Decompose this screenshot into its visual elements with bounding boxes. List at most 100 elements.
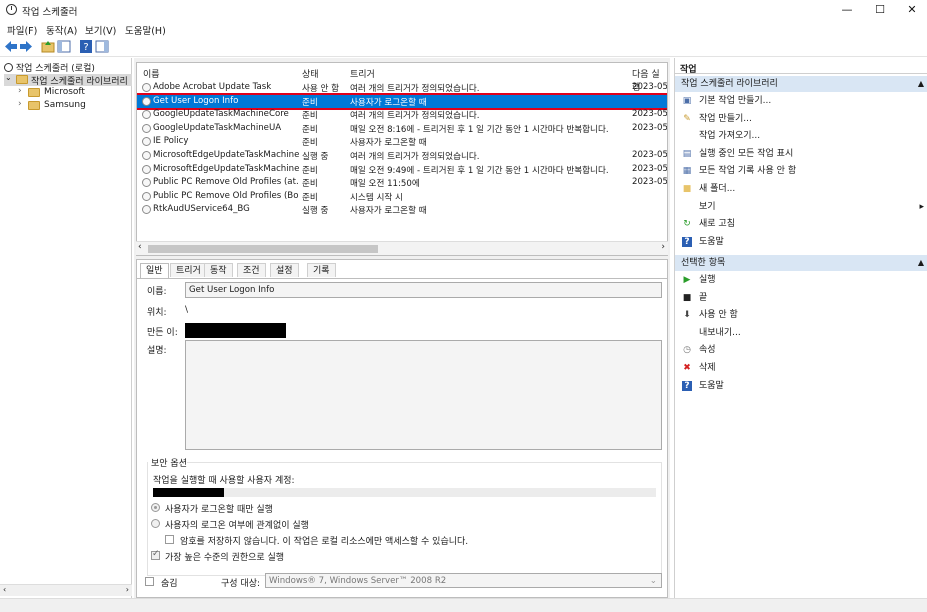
column-header-status[interactable]: 상태 — [302, 67, 319, 80]
task-cell-status: 준비 — [302, 138, 318, 149]
action-label: 사용 안 함 — [699, 310, 738, 321]
chevron-down-icon[interactable]: ⌄ — [650, 574, 657, 587]
tab-settings[interactable]: 설정 — [270, 263, 299, 277]
task-cell-name: Public PC Remove Old Profiles (at... — [153, 177, 299, 188]
tab-history[interactable]: 기록 — [307, 263, 336, 277]
name-field[interactable]: Get User Logon Info — [185, 282, 662, 298]
task-cell-status: 사용 안 함 — [302, 84, 340, 94]
task-list-horizontal-scrollbar[interactable]: ‹ › — [136, 241, 668, 255]
back-arrow-icon[interactable] — [4, 40, 18, 53]
action-item[interactable]: ✖ 삭제 — [675, 360, 927, 377]
section-library-header[interactable]: 작업 스케줄러 라이브러리 ▲ — [675, 76, 927, 92]
action-item[interactable]: ■ 새 폴더... — [675, 181, 927, 198]
tab-conditions[interactable]: 조건 — [237, 263, 266, 277]
create-task-icon: ✎ — [683, 113, 691, 124]
task-row[interactable]: Public PC Remove Old Profiles (Bo... 준비 시스… — [137, 190, 667, 204]
do-not-store-password-checkbox[interactable] — [165, 535, 174, 544]
help-toolbar-icon[interactable]: ? — [79, 40, 93, 53]
action-item[interactable]: 보기 ▸ — [675, 199, 927, 216]
folder-icon: ■ — [682, 184, 692, 194]
task-row[interactable]: MicrosoftEdgeUpdateTaskMachineUA 준비 매일 오전 … — [137, 163, 667, 177]
menu-action[interactable]: 동작(A) — [46, 23, 77, 37]
menu-view[interactable]: 보기(V) — [85, 23, 116, 37]
run-whether-logged-on-label: 사용자의 로그온 여부에 관계없이 실행 — [165, 521, 309, 531]
chevron-right-icon[interactable]: › — [18, 99, 22, 109]
tree-root-label: 작업 스케줄러 (로컬) — [15, 64, 95, 74]
task-row[interactable]: RtkAudUService64_BG 실행 중 사용자가 로그온할 때 — [137, 203, 667, 217]
chevron-right-icon[interactable]: › — [18, 86, 22, 96]
running-tasks-icon: ▤ — [682, 148, 692, 159]
account-field[interactable] — [224, 488, 656, 497]
up-folder-icon[interactable] — [41, 40, 55, 53]
show-hide-tree-icon[interactable] — [57, 40, 71, 53]
forward-arrow-icon[interactable] — [19, 40, 33, 53]
action-label: 실행 — [699, 275, 716, 285]
action-item[interactable]: ▣ 기본 작업 만들기... — [675, 93, 927, 110]
action-item[interactable]: 내보내기... — [675, 325, 927, 342]
close-button[interactable]: ✕ — [894, 2, 927, 18]
task-cell-name: GoogleUpdateTaskMachineUA — [153, 122, 282, 133]
task-row[interactable]: MicrosoftEdgeUpdateTaskMachineC... 실행 중 여러… — [137, 149, 667, 163]
task-row[interactable]: Public PC Remove Old Profiles (at... 준비 매일… — [137, 176, 667, 190]
column-header-trigger[interactable]: 트리거 — [350, 67, 375, 80]
description-field[interactable] — [185, 340, 662, 450]
configure-for-value: Windows® 7, Windows Server™ 2008 R2 — [269, 576, 447, 586]
tree-library[interactable]: ⌄ 작업 스케줄러 라이브러리 — [4, 73, 132, 87]
run-only-logged-on-radio[interactable] — [151, 503, 160, 512]
scrollbar-thumb[interactable] — [148, 245, 378, 253]
task-cell-next: 2023-05- — [632, 163, 668, 174]
task-clock-icon — [142, 110, 151, 120]
action-item[interactable]: 작업 가져오기... — [675, 128, 927, 145]
maximize-button[interactable]: ☐ — [862, 2, 898, 18]
tree-horizontal-scrollbar[interactable]: ‹ › — [0, 584, 132, 596]
run-whether-logged-on-radio[interactable] — [151, 519, 160, 528]
action-label: 기본 작업 만들기... — [699, 96, 772, 106]
collapse-caret-icon[interactable]: ▲ — [918, 255, 924, 271]
action-item[interactable]: ? 도움말 — [675, 378, 927, 395]
scroll-right-icon[interactable]: › — [126, 585, 129, 594]
menu-file[interactable]: 파일(F) — [7, 23, 37, 37]
column-header-name[interactable]: 이름 — [143, 67, 160, 80]
action-label: 모든 작업 기록 사용 안 함 — [699, 166, 797, 177]
menu-help[interactable]: 도움말(H) — [125, 23, 166, 37]
tab-actions[interactable]: 동작 — [204, 263, 233, 277]
action-item[interactable]: ▦ 모든 작업 기록 사용 안 함 — [675, 163, 927, 180]
tab-triggers[interactable]: 트리거 — [170, 263, 207, 277]
scroll-right-icon[interactable]: › — [661, 242, 665, 252]
tab-general[interactable]: 일반 — [140, 263, 169, 278]
task-row[interactable]: GoogleUpdateTaskMachineUA 준비 매일 오전 8:16에 -… — [137, 122, 667, 136]
action-item[interactable]: ■ 끝 — [675, 290, 927, 307]
configure-for-dropdown[interactable]: Windows® 7, Windows Server™ 2008 R2 ⌄ — [265, 573, 662, 588]
show-hide-action-pane-icon[interactable] — [95, 40, 109, 53]
highest-privileges-checkbox[interactable] — [151, 549, 160, 560]
hidden-checkbox[interactable] — [145, 577, 154, 586]
action-label: 끝 — [699, 292, 708, 303]
action-item[interactable]: ◷ 속성 — [675, 342, 927, 359]
action-item[interactable]: ▶ 실행 — [675, 272, 927, 289]
configure-for-label: 구성 대상: — [221, 579, 261, 589]
action-item[interactable]: ✎ 작업 만들기... — [675, 111, 927, 128]
location-label: 위치: — [147, 308, 167, 318]
scroll-left-icon[interactable]: ‹ — [3, 585, 6, 594]
task-row[interactable]: Adobe Acrobat Update Task 사용 안 함 여러 개의 트리거… — [137, 81, 667, 95]
help-icon: ? — [682, 380, 692, 391]
section-selected-header[interactable]: 선택한 항목 ▲ — [675, 255, 927, 271]
stop-icon: ■ — [682, 292, 692, 303]
task-row[interactable]: GoogleUpdateTaskMachineCore 준비 여러 개의 트리거가 … — [137, 108, 667, 122]
tree-root[interactable]: 작업 스케줄러 (로컬) — [4, 61, 95, 74]
action-item[interactable]: ▤ 실행 중인 모든 작업 표시 — [675, 146, 927, 163]
action-item[interactable]: ⬇ 사용 안 함 — [675, 307, 927, 324]
task-row[interactable]: Get User Logon Info 준비 사용자가 로그온할 때 — [137, 92, 667, 111]
task-cell-trigger: 사용자가 로그온할 때 — [350, 138, 427, 149]
minimize-button[interactable]: — — [829, 2, 865, 18]
window-title: 작업 스케줄러 — [22, 7, 78, 18]
description-label: 설명: — [147, 346, 167, 356]
basic-task-icon: ▣ — [682, 96, 692, 106]
expand-chevron-icon[interactable]: ⌄ — [5, 73, 12, 82]
scroll-left-icon[interactable]: ‹ — [138, 242, 142, 252]
task-cell-name: Get User Logon Info — [153, 95, 239, 106]
action-item[interactable]: ? 도움말 — [675, 234, 927, 251]
collapse-caret-icon[interactable]: ▲ — [918, 76, 924, 92]
action-item[interactable]: ↻ 새로 고침 — [675, 216, 927, 233]
task-row[interactable]: IE Policy 준비 사용자가 로그온할 때 — [137, 135, 667, 149]
